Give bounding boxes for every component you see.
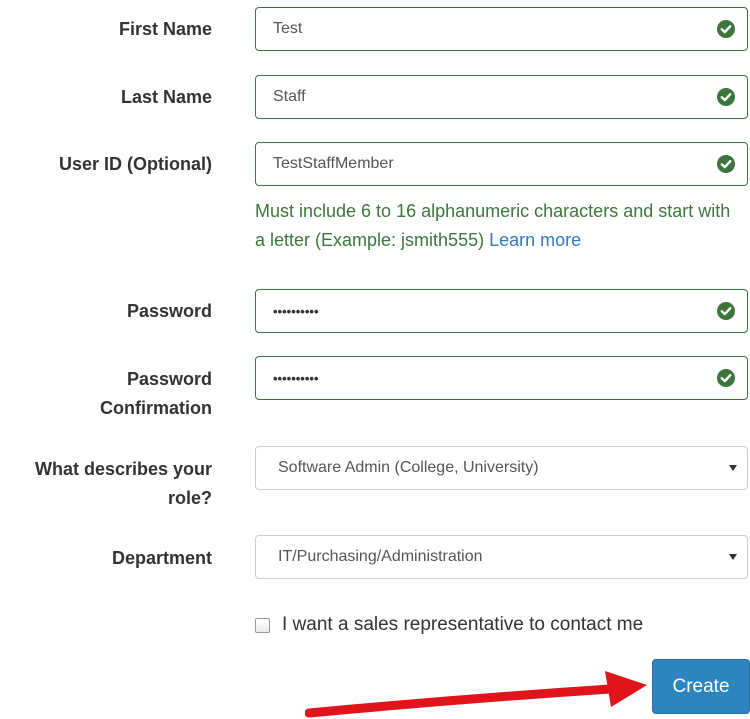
learn-more-link[interactable]: Learn more	[489, 230, 581, 250]
caret-down-icon	[729, 465, 737, 471]
sales-contact-checkbox[interactable]	[255, 617, 270, 633]
department-selected-value: IT/Purchasing/Administration	[278, 548, 483, 565]
password-label: Password	[126, 301, 212, 321]
first-name-label: First Name	[118, 19, 212, 39]
role-select[interactable]: Software Admin (College, University)	[255, 446, 748, 490]
user-id-value: TestStaffMember	[273, 155, 394, 172]
last-name-label: Last Name	[120, 87, 212, 107]
last-name-field[interactable]: Staff	[255, 75, 748, 119]
user-id-field[interactable]: TestStaffMember	[255, 142, 748, 186]
sales-contact-label: I want a sales representative to contact…	[282, 614, 644, 635]
check-circle-icon	[717, 88, 735, 106]
check-circle-icon	[717, 302, 735, 320]
last-name-value: Staff	[273, 88, 306, 105]
sales-contact-option[interactable]: I want a sales representative to contact…	[255, 614, 643, 636]
password-confirmation-label: Password Confirmation	[100, 365, 212, 423]
caret-down-icon	[729, 554, 737, 560]
user-id-help-text: Must include 6 to 16 alphanumeric charac…	[255, 197, 745, 255]
check-circle-icon	[717, 155, 735, 173]
check-circle-icon	[717, 20, 735, 38]
password-confirmation-field[interactable]: ••••••••••	[255, 356, 748, 400]
password-field[interactable]: ••••••••••	[255, 289, 748, 333]
password-confirmation-label-line1: Password	[126, 369, 212, 389]
department-select[interactable]: IT/Purchasing/Administration	[255, 535, 748, 579]
password-value: ••••••••••	[273, 303, 319, 319]
red-arrow-icon	[305, 671, 647, 718]
role-label-line1: What describes your	[34, 459, 212, 479]
password-confirmation-label-line2: Confirmation	[100, 398, 212, 418]
first-name-field[interactable]: Test	[255, 7, 748, 51]
check-circle-icon	[717, 369, 735, 387]
password-confirmation-value: ••••••••••	[273, 370, 319, 386]
first-name-value: Test	[273, 20, 303, 37]
department-label: Department	[111, 548, 212, 568]
role-label: What describes your role?	[35, 455, 212, 513]
user-id-label: User ID (Optional)	[58, 154, 212, 174]
role-selected-value: Software Admin (College, University)	[278, 459, 539, 476]
role-label-line2: role?	[167, 488, 212, 508]
